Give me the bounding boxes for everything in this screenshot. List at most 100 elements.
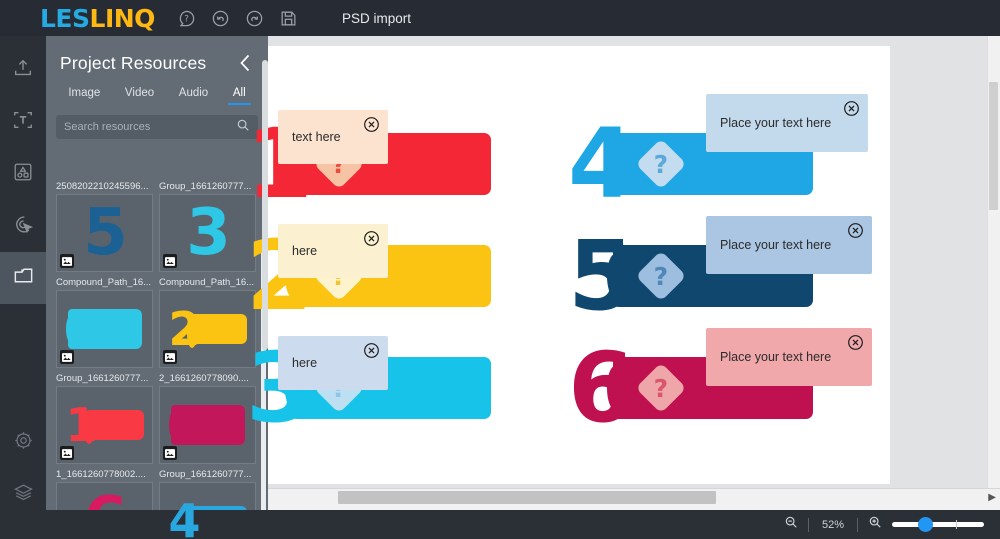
tab-image[interactable]: Image [66,84,102,105]
left-tool-rail [0,36,46,539]
question-mark-diamond-icon: ? [635,138,687,190]
resource-item[interactable]: Group_1661260777... 1 [56,372,153,464]
rail-item-settings[interactable] [0,417,46,469]
logo-text-left: LES [40,3,90,33]
interaction-icon [12,213,34,240]
resource-item-thumbnail[interactable]: 5 [56,194,153,272]
app-logo[interactable]: LES LINQ [40,6,155,31]
resource-item[interactable]: Group_1661260777... 3 [159,180,256,272]
close-icon[interactable] [362,115,381,134]
thumbnail-tag-with-number: 1 [65,398,144,452]
tab-all[interactable]: All [227,84,251,105]
text-icon [12,109,34,136]
canvas-vertical-scrollbar[interactable] [987,36,1000,488]
resource-grid[interactable]: 2508202210245596... 5 Group_1661260777... 3… [46,180,268,539]
close-icon[interactable] [846,221,865,240]
canvas-page[interactable]: 1?text here2?here3?here4?Place your text… [246,46,890,484]
search-resources-box[interactable] [56,115,258,139]
text-callout[interactable]: Place your text here [706,216,872,274]
close-icon[interactable] [842,99,861,118]
canvas-workspace[interactable]: 1?text here2?here3?here4?Place your text… [246,36,1000,539]
question-mark-diamond-icon: ? [635,250,687,302]
resource-item-thumbnail[interactable] [159,386,256,464]
text-callout[interactable]: Place your text here [706,328,872,386]
question-mark-glyph: ? [653,373,669,403]
top-bar: LES LINQ ? PSD import [0,0,1000,36]
resource-tabs: Image Video Audio All [46,80,268,105]
shapes-icon [12,161,34,188]
image-type-icon [60,254,74,268]
thumbnail-number: 3 [186,196,231,270]
thumbnail-tag-with-number: 2 [168,302,247,356]
thumbnail-number: 4 [168,494,201,539]
thumbnail-tag-shape [65,309,142,349]
rail-item-resources[interactable] [0,252,46,304]
text-callout[interactable]: here [278,336,388,390]
resource-item-thumbnail[interactable]: 2 [159,290,256,368]
callout-text: here [292,244,318,258]
thumbnail-number: 2 [168,302,201,356]
save-icon[interactable] [279,9,298,28]
upload-icon [12,57,34,84]
resource-item[interactable]: Compound_Path_16... 2 [159,276,256,368]
rail-item-shapes[interactable] [0,148,46,200]
zoom-slider-knob[interactable] [918,517,933,532]
help-icon[interactable]: ? [177,9,196,28]
close-icon[interactable] [362,341,381,360]
logo-text-right: LINQ [89,3,156,33]
infographic-number: 4 [568,108,635,220]
resource-item-thumbnail[interactable]: 1 [56,386,153,464]
callout-text: Place your text here [720,116,832,130]
scroll-right-arrow[interactable]: ▶ [988,492,996,503]
zoom-in-icon[interactable] [868,515,882,534]
resource-item-name: Compound_Path_16... [56,277,152,288]
rail-item-upload[interactable] [0,44,46,96]
document-title: PSD import [341,10,411,26]
zoom-out-icon[interactable] [784,515,798,534]
collapse-panel-button[interactable] [236,52,254,74]
text-callout[interactable]: text here [278,110,388,164]
image-type-icon [60,350,74,364]
resource-item-thumbnail[interactable] [56,290,153,368]
canvas-vertical-scroll-thumb[interactable] [989,82,998,210]
resource-item[interactable]: 2_1661260778090.... [159,372,256,464]
callout-text: Place your text here [720,350,832,364]
bottom-bar-left-filler [0,510,268,539]
infographic-number: 5 [568,220,635,332]
text-callout[interactable]: here [278,224,388,278]
question-mark-glyph: ? [653,261,669,291]
bottom-bar-divider-1 [808,517,809,532]
text-callout[interactable]: Place your text here [706,94,868,152]
resource-item-name: 1_1661260778002.... [56,469,146,480]
tab-audio[interactable]: Audio [177,84,210,105]
zoom-slider[interactable] [892,517,984,532]
redo-icon[interactable] [245,9,264,28]
resource-item-name: 2508202210245596... [56,181,149,192]
tab-video[interactable]: Video [123,84,156,105]
top-bar-icon-group: ? [177,9,298,28]
thumbnail-number: 1 [65,398,98,452]
resource-item[interactable]: 2508202210245596... 5 [56,180,153,272]
zoom-slider-tick [956,520,957,529]
close-icon[interactable] [362,229,381,248]
resources-icon [12,264,35,292]
resource-item-name: 2_1661260778090.... [159,373,249,384]
resource-item-name: Group_1661260777... [159,181,252,192]
rail-item-text[interactable] [0,96,46,148]
search-input[interactable] [64,121,236,133]
canvas-horizontal-scroll-thumb[interactable] [338,491,716,504]
close-icon[interactable] [846,333,865,352]
thumbnail-number: 5 [83,196,128,270]
infographic-number: 6 [568,332,635,444]
settings-gear-icon [13,430,34,456]
bottom-bar-divider-2 [857,517,858,532]
image-type-icon [163,446,177,460]
rail-item-interaction[interactable] [0,200,46,252]
undo-icon[interactable] [211,9,230,28]
resource-item-thumbnail[interactable]: 3 [159,194,256,272]
callout-text: Place your text here [720,238,832,252]
resource-item[interactable]: Compound_Path_16... [56,276,153,368]
workspace-edge-scrollbar[interactable] [262,60,268,350]
zoom-level-label: 52% [821,518,845,531]
callout-text: here [292,356,318,370]
